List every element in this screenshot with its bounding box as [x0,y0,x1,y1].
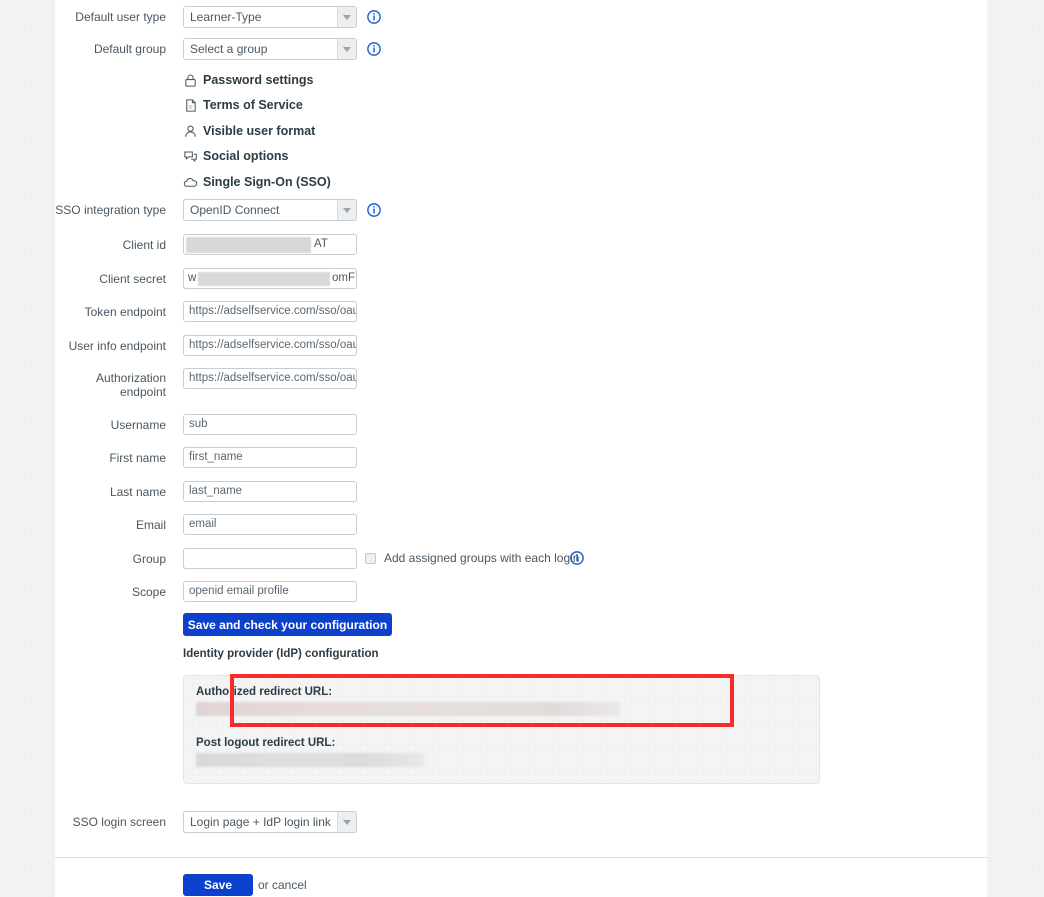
row-client-secret: Client secret w omF [55,268,987,289]
section-link-label: Password settings [203,73,314,87]
label-last-name: Last name [109,485,166,499]
section-link-label: Visible user format [203,124,316,138]
row-email: Email email [55,514,987,535]
idp-configuration-heading: Identity provider (IdP) configuration [183,648,379,660]
user-icon [183,124,198,139]
input-user-info-endpoint[interactable]: https://adselfservice.com/sso/oauth/ [183,335,357,356]
row-last-name: Last name last_name [55,481,987,502]
info-icon-add-assigned-groups[interactable] [570,551,584,565]
input-client-secret[interactable]: w omF [183,268,357,289]
label-sso-integration-type: SSO integration type [55,203,166,217]
row-first-name: First name first_name [55,447,987,468]
row-client-id: Client id AT [55,234,987,255]
select-sso-login-screen-value: Login page + IdP login link [190,815,331,829]
redacted-authorized-redirect-url [196,702,620,716]
row-sso-login-screen: SSO login screen Login page + IdP login … [55,811,987,833]
redacted-post-logout-redirect-url [196,753,424,767]
label-add-assigned-groups: Add assigned groups with each login [384,551,580,565]
social-chat-icon [183,149,198,164]
checkbox-add-assigned-groups[interactable] [365,553,376,564]
label-authorized-redirect-url: Authorized redirect URL: [196,686,333,698]
label-client-secret: Client secret [99,272,166,286]
label-username: Username [110,418,166,432]
label-default-group: Default group [93,42,166,56]
row-group: Group Add assigned groups with each logi… [55,548,987,569]
label-client-id: Client id [122,238,166,252]
select-default-group-value: Select a group [190,42,268,56]
info-icon-sso-integration-type[interactable] [367,203,381,217]
info-icon-default-user-type[interactable] [367,10,381,24]
chevron-down-icon[interactable] [337,7,356,27]
idp-configuration-panel: Authorized redirect URL: Post logout red… [183,675,820,784]
label-authorization-endpoint: Authorization endpoint [95,371,166,399]
row-username: Username sub [55,414,987,435]
client-secret-visible-suffix: omF [332,272,355,284]
footer-divider [55,857,987,858]
chevron-down-icon[interactable] [337,812,356,832]
row-user-info-endpoint: User info endpoint https://adselfservice… [55,335,987,356]
input-username[interactable]: sub [183,414,357,435]
select-default-group[interactable]: Select a group [183,38,357,60]
label-user-info-endpoint: User info endpoint [68,339,166,353]
section-link-label: Social options [203,149,289,163]
input-email[interactable]: email [183,514,357,535]
select-sso-integration-type-value: OpenID Connect [190,203,280,217]
row-token-endpoint: Token endpoint https://adselfservice.com… [55,301,987,322]
input-authorization-endpoint[interactable]: https://adselfservice.com/sso/oauth/ [183,368,357,389]
settings-content-card: Default user type Learner-Type Default g… [55,0,987,897]
info-icon-default-group[interactable] [367,42,381,56]
label-post-logout-redirect-url: Post logout redirect URL: [196,737,336,749]
select-default-user-type-value: Learner-Type [190,10,262,24]
label-group: Group [132,552,166,566]
section-link-social-options[interactable]: Social options [183,147,288,165]
save-and-check-configuration-button[interactable]: Save and check your configuration [183,613,392,636]
label-sso-login-screen: SSO login screen [72,815,166,829]
row-default-user-type: Default user type Learner-Type [55,6,987,28]
section-link-password-settings[interactable]: Password settings [183,71,313,89]
label-default-user-type: Default user type [75,10,166,24]
label-first-name: First name [109,451,166,465]
select-default-user-type[interactable]: Learner-Type [183,6,357,28]
row-sso-integration-type: SSO integration type OpenID Connect [55,199,987,221]
client-id-visible-suffix: AT [314,238,328,250]
label-token-endpoint: Token endpoint [84,305,166,319]
input-group[interactable] [183,548,357,569]
section-link-label: Single Sign-On (SSO) [203,175,331,189]
select-sso-integration-type[interactable]: OpenID Connect [183,199,357,221]
section-link-visible-user-format[interactable]: Visible user format [183,122,315,140]
section-link-single-sign-on[interactable]: Single Sign-On (SSO) [183,173,331,191]
section-link-terms-of-service[interactable]: Terms of Service [183,96,303,114]
select-sso-login-screen[interactable]: Login page + IdP login link [183,811,357,833]
row-authorization-endpoint: Authorization endpoint https://adselfser… [55,368,987,399]
lock-icon [183,73,198,88]
section-link-label: Terms of Service [203,98,303,112]
input-last-name[interactable]: last_name [183,481,357,502]
label-scope: Scope [131,585,166,599]
cancel-link[interactable]: or cancel [258,878,307,892]
save-button[interactable]: Save [183,874,253,896]
cloud-icon [183,175,198,190]
row-scope: Scope openid email profile [55,581,987,602]
input-first-name[interactable]: first_name [183,447,357,468]
input-token-endpoint[interactable]: https://adselfservice.com/sso/oauth/ [183,301,357,322]
client-secret-visible-prefix: w [188,272,197,284]
label-email: Email [135,518,166,532]
row-default-group: Default group Select a group [55,38,987,60]
chevron-down-icon[interactable] [337,200,356,220]
document-icon [183,98,198,113]
input-scope[interactable]: openid email profile [183,581,357,602]
input-client-id[interactable]: AT [183,234,357,255]
chevron-down-icon[interactable] [337,39,356,59]
